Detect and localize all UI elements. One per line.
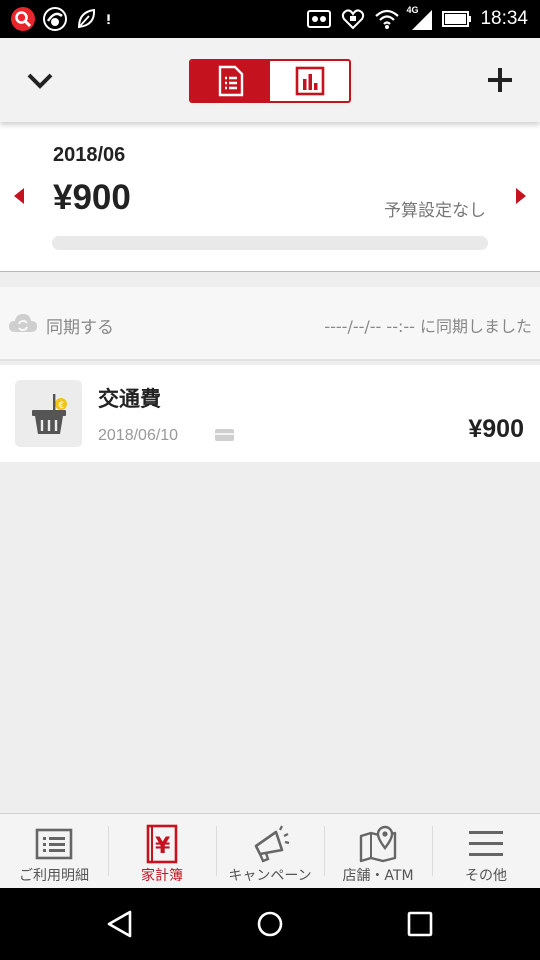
last-sync-status: ----/--/-- --:-- に同期しました	[324, 317, 532, 336]
tab-household-book[interactable]: ¥ 家計簿	[108, 814, 216, 888]
current-month: 2018/06	[53, 144, 126, 166]
sync-button-label: 同期する	[46, 318, 114, 338]
clock: 18:34	[480, 8, 528, 29]
tab-campaign[interactable]: キャンペーン	[216, 814, 324, 888]
alert-icon	[107, 14, 110, 25]
network-type-label: 4G	[406, 5, 419, 15]
battery-icon	[442, 11, 472, 27]
chart-view-tab[interactable]	[270, 61, 349, 101]
svg-text:€: €	[59, 401, 65, 411]
tab-label: その他	[465, 868, 507, 884]
plus-icon[interactable]	[484, 64, 516, 96]
tab-other[interactable]: その他	[432, 814, 540, 888]
bottom-tab-bar: ご利用明細 ¥ 家計簿 キャンペーン 店舗・ATM その他	[0, 813, 540, 888]
budget-progress-bar	[52, 236, 488, 250]
cloud-sync-icon	[9, 314, 37, 332]
category-icon-tile: €	[15, 380, 82, 447]
chevron-down-icon[interactable]	[24, 64, 56, 96]
bar-chart-icon	[295, 66, 324, 96]
budget-status: 予算設定なし	[384, 201, 486, 221]
statement-icon	[35, 828, 73, 860]
list-view-tab[interactable]	[191, 61, 270, 101]
sync-row[interactable]: 同期する ----/--/-- --:-- に同期しました	[0, 287, 540, 361]
previous-month-arrow-icon[interactable]	[14, 188, 24, 204]
transaction-list-item[interactable]: € 交通費 2018/06/10 ¥900	[0, 365, 540, 462]
menu-icon	[469, 831, 503, 856]
budget-summary-card: 2018/06 ¥900 予算設定なし	[0, 122, 540, 272]
megaphone-icon	[254, 825, 290, 863]
view-toggle	[189, 59, 351, 103]
home-icon[interactable]	[254, 908, 286, 940]
tab-store-atm[interactable]: 店舗・ATM	[324, 814, 432, 888]
transaction-date: 2018/06/10	[98, 427, 179, 444]
system-navigation-bar	[0, 888, 540, 960]
back-icon[interactable]	[104, 908, 136, 940]
search-app-icon	[11, 7, 35, 31]
transaction-amount: ¥900	[468, 415, 524, 443]
wifi-icon	[375, 9, 400, 29]
document-list-icon	[218, 65, 243, 97]
recent-apps-icon[interactable]	[404, 908, 436, 940]
leaf-app-icon	[77, 8, 96, 29]
next-month-arrow-icon[interactable]	[516, 188, 526, 204]
tab-label: ご利用明細	[19, 868, 89, 884]
household-book-icon: ¥	[146, 824, 178, 864]
shopping-basket-icon: €	[32, 394, 67, 434]
app-header	[0, 38, 540, 122]
credit-card-icon	[215, 429, 234, 441]
tab-label: キャンペーン	[228, 868, 312, 884]
tab-label: 店舗・ATM	[342, 868, 414, 884]
map-pin-icon	[359, 825, 397, 863]
trend-app-icon	[43, 7, 67, 31]
monthly-total: ¥900	[53, 178, 131, 217]
tab-statement[interactable]: ご利用明細	[0, 814, 108, 888]
heart-icon	[342, 9, 365, 30]
status-bar: 4G 18:34	[0, 0, 540, 38]
voicemail-icon	[307, 10, 332, 28]
svg-text:¥: ¥	[155, 834, 171, 859]
transaction-category: 交通費	[98, 387, 161, 411]
tab-label: 家計簿	[141, 868, 183, 884]
